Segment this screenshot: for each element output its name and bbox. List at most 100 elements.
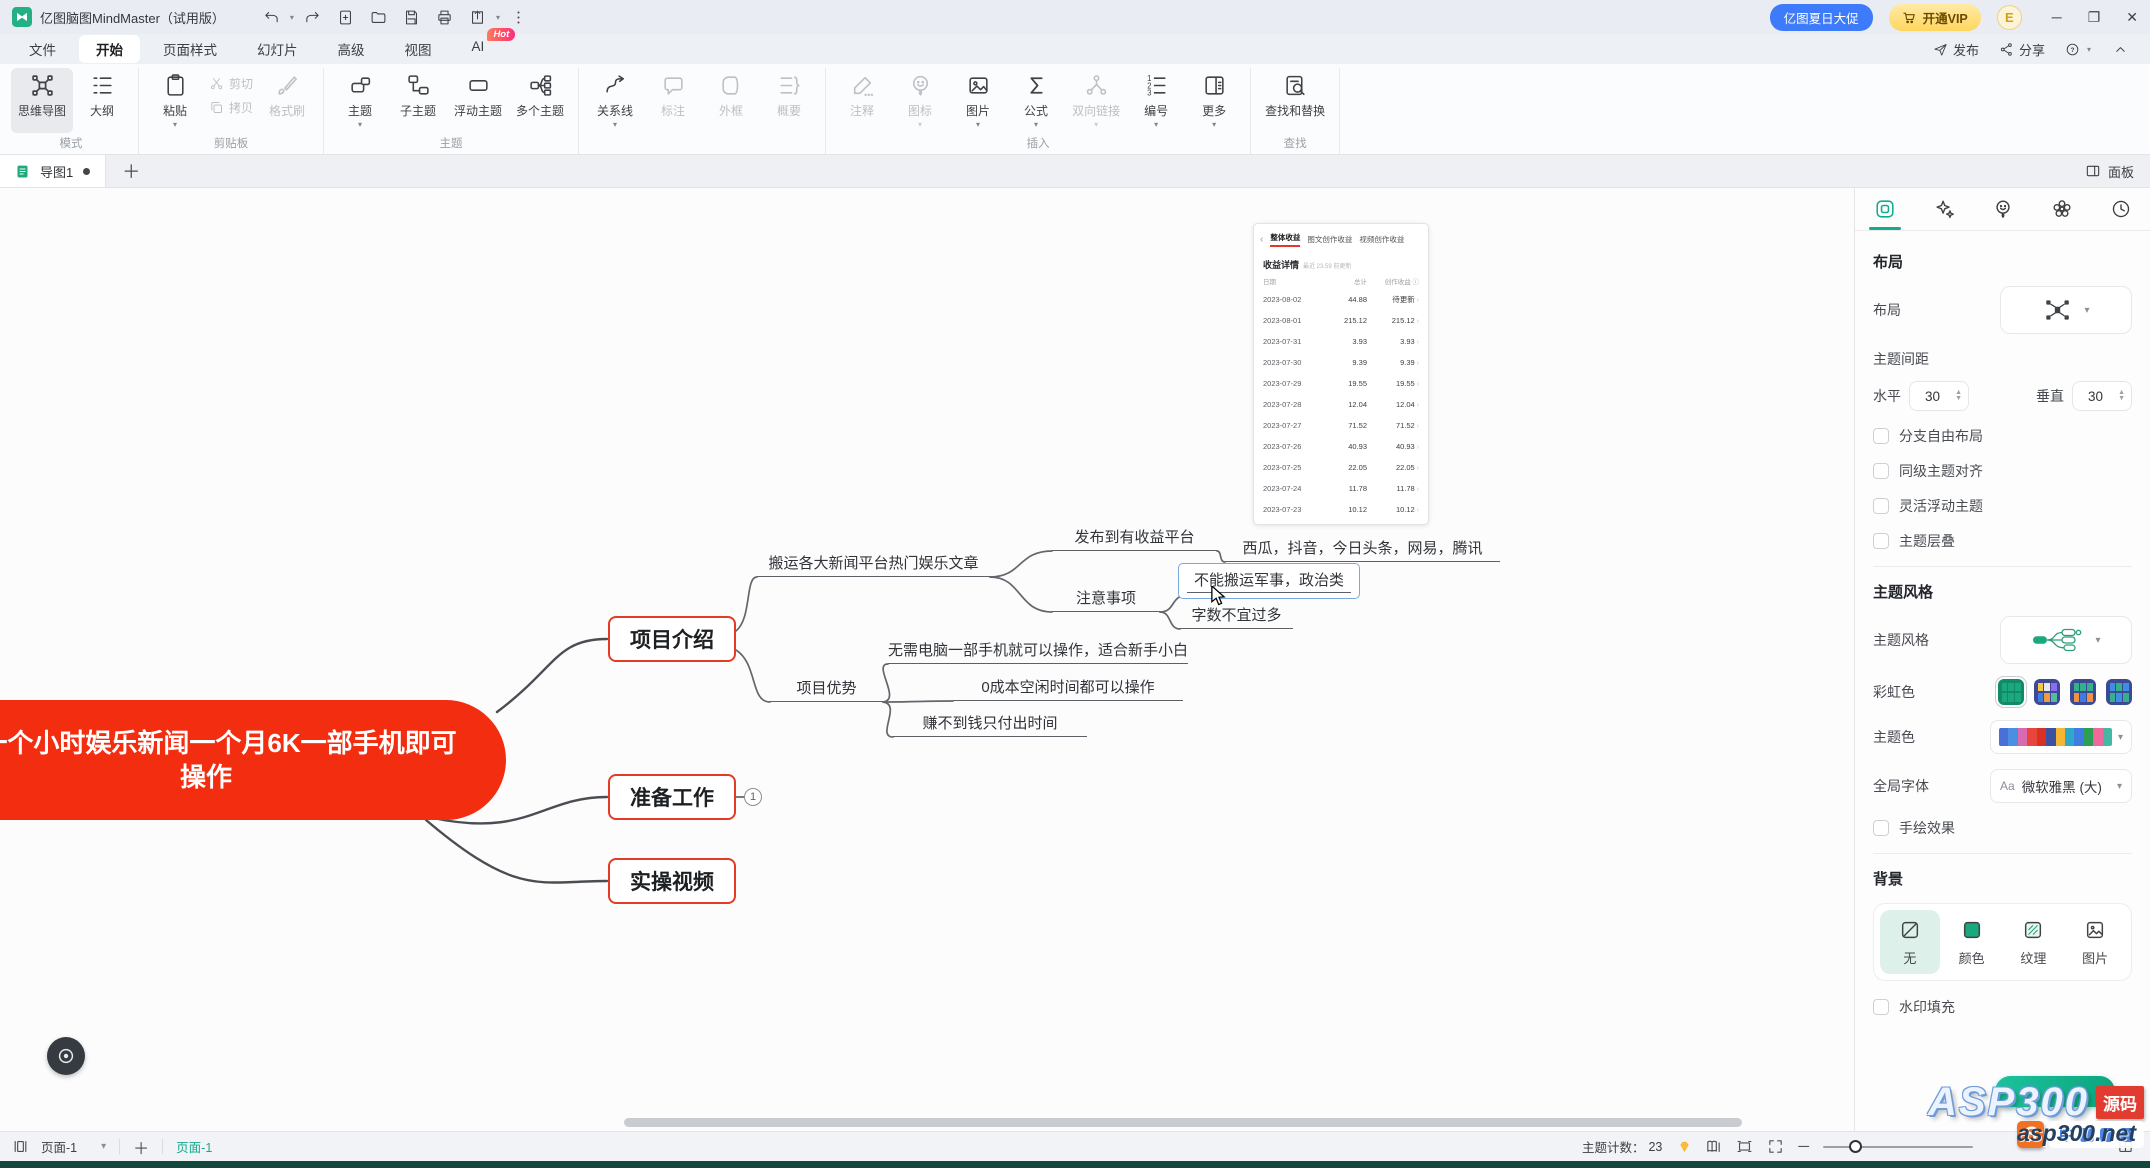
topic-fabu[interactable]: 发布到有收益平台 <box>1052 524 1217 551</box>
panel-toggle[interactable]: 面板 <box>2085 162 2150 181</box>
close-button[interactable]: ✕ <box>2126 9 2138 26</box>
topic-xigua[interactable]: 西瓜，抖音，今日头条，网易，腾讯 <box>1225 535 1500 562</box>
vertical-spacing-stepper[interactable]: 30 ▲▼ <box>2072 381 2132 411</box>
publish-button[interactable]: 发布 <box>1933 40 1979 59</box>
menu-tab-AI[interactable]: AIHot <box>455 35 502 63</box>
panel-tab-panel-style[interactable] <box>2032 188 2091 230</box>
topic-zhuan[interactable]: 赚不到钱只付出时间 <box>893 710 1087 737</box>
theme-style-dropdown[interactable]: ▾ <box>2000 616 2132 664</box>
topic-zhuyi[interactable]: 注意事项 <box>1052 585 1160 612</box>
panel-tab-panel-history[interactable] <box>2091 188 2150 230</box>
menu-tab-页面样式[interactable]: 页面样式 <box>146 35 234 63</box>
background-option-颜色[interactable]: 颜色 <box>1942 910 2002 974</box>
global-font-dropdown[interactable]: Aa 微软雅黑 (大) ▾ <box>1990 769 2132 803</box>
ribbon-button-关系线[interactable]: 关系线▾ <box>586 68 644 133</box>
print-icon[interactable] <box>436 9 453 26</box>
open-folder-icon[interactable] <box>370 9 387 26</box>
ribbon-button-公式[interactable]: 公式▾ <box>1007 68 1065 133</box>
checkbox-灵活浮动主题[interactable]: 灵活浮动主题 <box>1873 496 2132 516</box>
zoom-slider-handle[interactable] <box>1849 1140 1862 1153</box>
fit-window-icon[interactable] <box>1736 1138 1753 1155</box>
checkbox-同级主题对齐[interactable]: 同级主题对齐 <box>1873 461 2132 481</box>
topic-chengben[interactable]: 0成本空闲时间都可以操作 <box>953 674 1183 701</box>
topic-实操视频[interactable]: 实操视频 <box>608 858 736 904</box>
minimize-button[interactable]: ─ <box>2052 9 2062 26</box>
ribbon-button-子主题[interactable]: 子主题 <box>389 68 447 133</box>
checkbox-box[interactable] <box>1873 533 1889 549</box>
rainbow-swatch-4[interactable] <box>2106 679 2132 705</box>
dropdown-caret[interactable]: ▾ <box>496 13 500 22</box>
redo-icon[interactable] <box>304 9 321 26</box>
topic-youshi[interactable]: 项目优势 <box>770 675 883 702</box>
menu-tab-开始[interactable]: 开始 <box>79 35 140 63</box>
ribbon-button-大纲[interactable]: 大纲 <box>73 68 131 133</box>
maximize-button[interactable]: ❐ <box>2088 9 2101 26</box>
central-topic[interactable]: 看一个小时娱乐新闻一个月6K一部手机即可操作 <box>0 700 506 820</box>
new-tab-button[interactable]: ＋ <box>122 158 140 184</box>
export-icon[interactable] <box>469 9 486 26</box>
pan-mode-icon[interactable] <box>12 1138 29 1155</box>
checkbox-手绘效果[interactable]: 手绘效果 <box>1873 818 2132 838</box>
zoom-slider[interactable] <box>1823 1146 1973 1148</box>
ribbon-button-粘贴[interactable]: 粘贴▾ <box>146 68 204 133</box>
rainbow-swatch-1[interactable] <box>1998 679 2024 705</box>
checkbox-分支自由布局[interactable]: 分支自由布局 <box>1873 426 2132 446</box>
collapse-ribbon-button[interactable] <box>2113 42 2128 57</box>
layout-dropdown[interactable]: ▾ <box>2000 286 2132 334</box>
background-option-图片[interactable]: 图片 <box>2065 910 2125 974</box>
menu-tab-视图[interactable]: 视图 <box>388 35 449 63</box>
theme-color-dropdown[interactable]: ▾ <box>1990 720 2132 754</box>
topic-项目介绍[interactable]: 项目介绍 <box>608 616 736 662</box>
share-button[interactable]: 分享 <box>1999 40 2045 59</box>
zoom-out-button[interactable]: ─ <box>1798 1138 1809 1155</box>
menu-tab-幻灯片[interactable]: 幻灯片 <box>240 35 315 63</box>
topic-banyun[interactable]: 搬运各大新闻平台热门娱乐文章 <box>757 550 990 577</box>
more-icon[interactable] <box>510 9 527 26</box>
checkbox-box[interactable] <box>1873 498 1889 514</box>
summer-promo-badge[interactable]: 亿图夏日大促 <box>1770 4 1873 31</box>
panel-tab-panel-layout[interactable] <box>1855 188 1914 230</box>
horizontal-spacing-stepper[interactable]: 30 ▲▼ <box>1909 381 1969 411</box>
assistant-floating-button[interactable] <box>47 1037 85 1075</box>
panel-promo-button[interactable] <box>1995 1076 2115 1107</box>
ribbon-button-思维导图[interactable]: 思维导图 <box>11 68 73 133</box>
panel-tab-emoji-pin[interactable] <box>1973 188 2032 230</box>
document-tab[interactable]: 导图1 <box>0 155 106 187</box>
panel-tab-panel-ai[interactable] <box>1914 188 1973 230</box>
outline-view-icon[interactable] <box>1705 1138 1722 1155</box>
help-button[interactable]: ?▾ <box>2065 42 2093 57</box>
checkbox-box[interactable] <box>1873 999 1889 1015</box>
topic-zishu[interactable]: 字数不宜过多 <box>1180 602 1293 629</box>
dropdown-caret[interactable]: ▾ <box>290 13 294 22</box>
add-page-button[interactable]: ＋ <box>133 1135 149 1159</box>
collapse-badge[interactable]: 1 <box>744 788 762 806</box>
page-selector[interactable]: 页面-1▾ <box>41 1137 106 1156</box>
checkbox-box[interactable] <box>1873 428 1889 444</box>
ribbon-button-主题[interactable]: 主题▾ <box>331 68 389 133</box>
undo-icon[interactable] <box>263 9 280 26</box>
background-option-无[interactable]: 无 <box>1880 910 1940 974</box>
topic-wuxu[interactable]: 无需电脑一部手机就可以操作，适合新手小白 <box>888 637 1188 664</box>
selected-topic[interactable]: 不能搬运军事，政治类 <box>1178 563 1360 599</box>
ribbon-button-编号[interactable]: 123编号▾ <box>1127 68 1185 133</box>
ribbon-button-更多[interactable]: 更多▾ <box>1185 68 1243 133</box>
mindmap-canvas[interactable]: 看一个小时娱乐新闻一个月6K一部手机即可操作项目介绍准备工作1实操视频搬运各大新… <box>0 188 1854 1131</box>
page-tab[interactable]: 页面-1 <box>176 1137 212 1156</box>
ribbon-button-查找和替换[interactable]: 查找和替换 <box>1258 68 1332 133</box>
ribbon-button-浮动主题[interactable]: 浮动主题 <box>447 68 509 133</box>
new-doc-icon[interactable] <box>337 9 354 26</box>
checkbox-box[interactable] <box>1873 463 1889 479</box>
checkbox-水印填充[interactable]: 水印填充 <box>1873 997 2132 1017</box>
attached-image-revenue[interactable]: ‹整体收益图文创作收益视频创作收益收益详情最近 23.59 前更新日期总计创作收… <box>1253 223 1429 525</box>
background-option-纹理[interactable]: 纹理 <box>2004 910 2064 974</box>
checkbox-box[interactable] <box>1873 820 1889 836</box>
ribbon-button-图片[interactable]: 图片▾ <box>949 68 1007 133</box>
save-icon[interactable] <box>403 9 420 26</box>
rainbow-swatch-3[interactable] <box>2070 679 2096 705</box>
horizontal-scrollbar[interactable] <box>624 1118 1742 1127</box>
avatar[interactable]: E <box>1997 5 2022 30</box>
menu-tab-文件[interactable]: 文件 <box>12 35 73 63</box>
fullscreen-icon[interactable] <box>1767 1138 1784 1155</box>
vip-button[interactable]: 开通VIP <box>1889 4 1981 31</box>
ribbon-button-多个主题[interactable]: 多个主题 <box>509 68 571 133</box>
